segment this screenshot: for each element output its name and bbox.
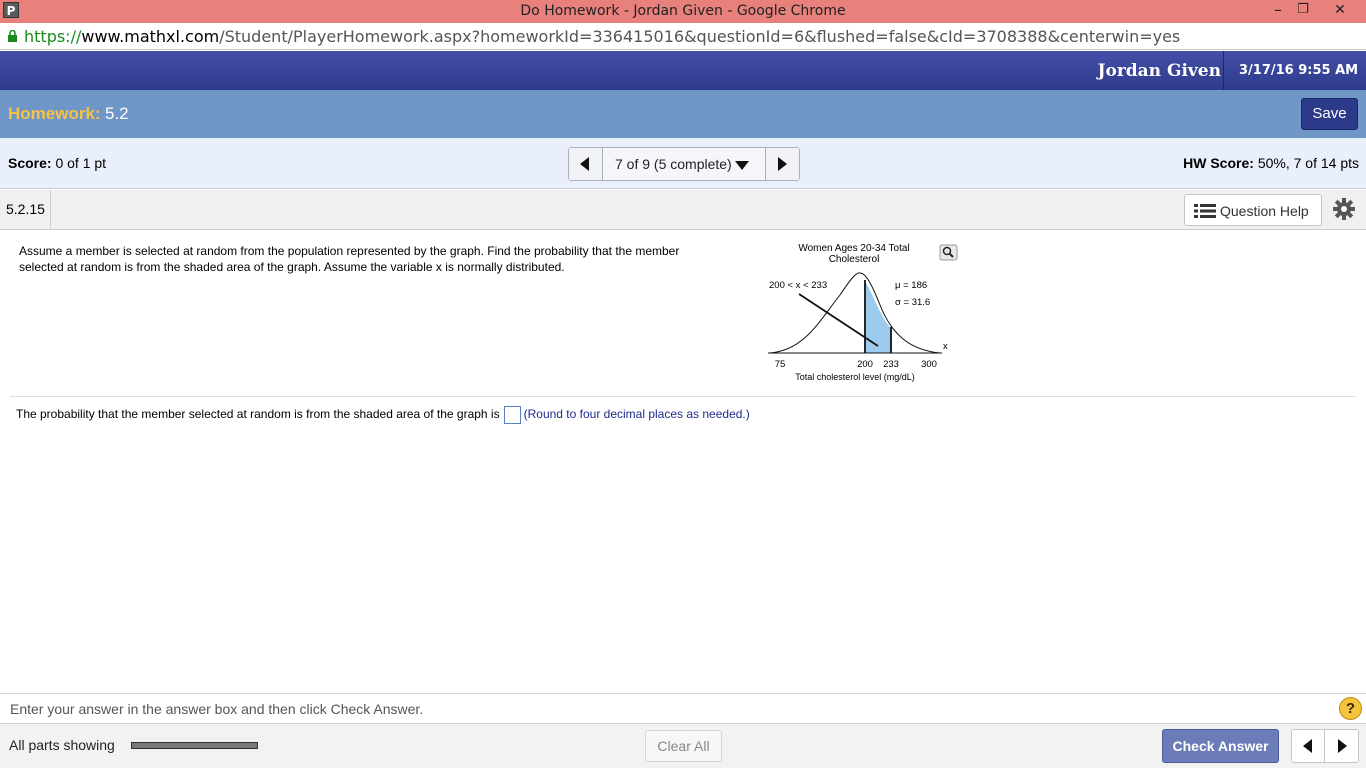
homework-name: 5.2	[105, 104, 129, 123]
answer-line: The probability that the member selected…	[16, 406, 750, 424]
homework-label: Homework:	[8, 104, 101, 123]
x-variable-label: x	[943, 341, 948, 352]
question-help-button[interactable]: Question Help	[1184, 194, 1322, 226]
url-text[interactable]: https://www.mathxl.com/Student/PlayerHom…	[24, 27, 1180, 46]
progress-fill	[132, 743, 257, 748]
list-icon	[1194, 204, 1216, 218]
score: Score: 0 of 1 pt	[8, 155, 106, 171]
normal-distribution-graph: Women Ages 20-34 Total Cholesterol 200 <…	[768, 243, 958, 382]
date-time: 3/17/16 9:55 AM	[1239, 63, 1359, 78]
parts-label: All parts showing	[9, 737, 115, 753]
progress-bar	[131, 742, 258, 749]
close-window-button[interactable]: ✕	[1330, 2, 1350, 18]
graph-title-line2: Cholesterol	[829, 254, 880, 265]
user-name: Jordan Given	[1097, 61, 1221, 81]
score-value: 0 of 1 pt	[55, 155, 107, 171]
triangle-right-icon	[1338, 739, 1347, 753]
lock-icon	[8, 30, 17, 42]
question-text: Assume a member is selected at random fr…	[19, 244, 680, 274]
question-id: 5.2.15	[0, 190, 51, 229]
instruction-bar: Enter your answer in the answer box and …	[0, 693, 1366, 723]
mu-label: μ = 186	[895, 280, 927, 291]
hw-score: HW Score: 50%, 7 of 14 pts	[1183, 155, 1359, 171]
graph-title-line1: Women Ages 20-34 Total	[798, 243, 909, 254]
window-title-bar: P Do Homework - Jordan Given - Google Ch…	[0, 0, 1366, 23]
answer-hint: (Round to four decimal places as needed.…	[523, 407, 750, 422]
url-host: www.mathxl.com	[81, 27, 220, 46]
check-answer-button[interactable]: Check Answer	[1162, 729, 1279, 763]
interval-label: 200 < x < 233	[769, 280, 827, 291]
clear-all-button[interactable]: Clear All	[645, 730, 722, 762]
triangle-left-icon	[1303, 739, 1312, 753]
address-bar[interactable]: https://www.mathxl.com/Student/PlayerHom…	[0, 23, 1366, 50]
gear-icon[interactable]	[1333, 198, 1355, 220]
tick-label: 233	[883, 359, 899, 370]
next-question-button[interactable]	[765, 148, 799, 180]
magnify-icon[interactable]	[939, 244, 958, 261]
homework-header: Homework: 5.2	[0, 90, 1366, 138]
footer-previous-button[interactable]	[1292, 730, 1325, 762]
instruction-text: Enter your answer in the answer box and …	[10, 701, 424, 717]
question-select[interactable]: 7 of 9 (5 complete)	[615, 156, 749, 172]
x-axis-label: Total cholesterol level (mg/dL)	[795, 372, 915, 382]
question-bar: 5.2.15	[0, 190, 1366, 230]
triangle-right-icon	[778, 157, 787, 171]
maximize-button[interactable]: ❐	[1293, 2, 1313, 17]
triangle-left-icon	[580, 157, 589, 171]
window-title: Do Homework - Jordan Given - Google Chro…	[520, 3, 846, 19]
tick-label: 200	[857, 359, 873, 370]
answer-input[interactable]	[503, 406, 521, 424]
minimize-button[interactable]: –	[1268, 0, 1288, 19]
shaded-area	[865, 281, 891, 353]
tick-label: 75	[775, 359, 786, 370]
sigma-label: σ = 31.6	[895, 297, 930, 308]
answer-prompt: The probability that the member selected…	[16, 407, 500, 422]
url-scheme: https://	[24, 27, 82, 46]
user-divider	[1223, 51, 1224, 90]
hw-score-label: HW Score:	[1183, 155, 1254, 171]
footer-navigator	[1291, 729, 1359, 763]
question-navigator: 7 of 9 (5 complete)	[568, 147, 800, 181]
user-bar: Jordan Given 3/17/16 9:55 AM	[0, 51, 1366, 90]
hw-score-value: 50%, 7 of 14 pts	[1257, 155, 1359, 171]
tick-label: 300	[921, 359, 937, 370]
footer-next-button[interactable]	[1326, 730, 1359, 762]
url-path: /Student/PlayerHomework.aspx?homeworkId=…	[219, 27, 1181, 46]
previous-question-button[interactable]	[569, 148, 603, 180]
save-button[interactable]: Save	[1301, 98, 1358, 130]
content-divider	[10, 396, 1356, 397]
caret-down-icon	[734, 160, 749, 170]
question-help-label: Question Help	[1220, 203, 1309, 219]
score-label: Score:	[8, 155, 52, 171]
question-select-label: 7 of 9 (5 complete)	[615, 156, 732, 172]
help-icon[interactable]: ?	[1339, 697, 1362, 720]
